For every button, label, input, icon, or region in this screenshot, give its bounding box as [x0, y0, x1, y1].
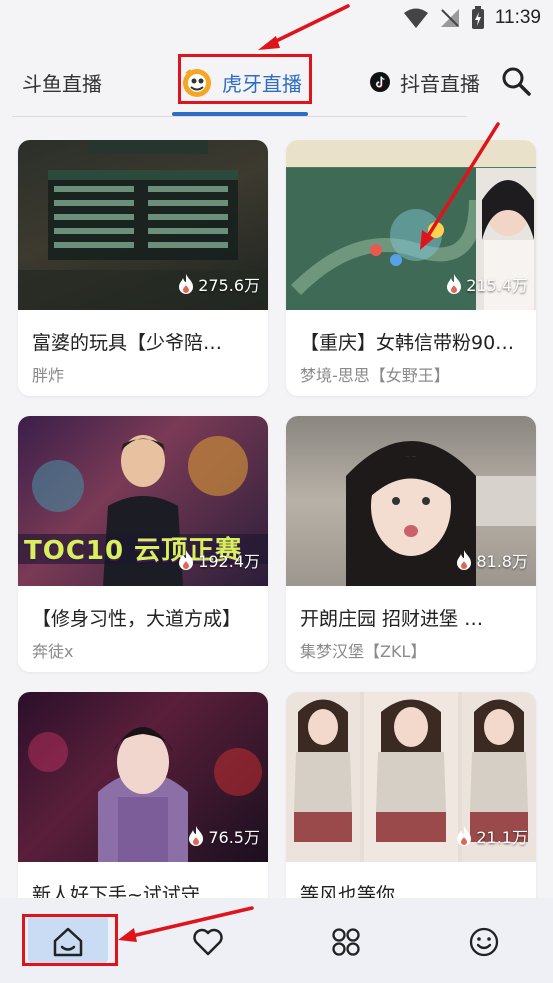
fire-icon [179, 550, 194, 570]
stream-title: 【重庆】女韩信带粉90… [300, 332, 515, 354]
tab-douyin-label: 抖音直播 [400, 71, 480, 96]
search-button[interactable] [499, 64, 533, 98]
search-icon [502, 67, 531, 96]
viewer-count: 215.4万 [446, 272, 528, 296]
stream-card[interactable]: 215.4万 【重庆】女韩信带粉90… 梦境-思思【女野王】 [286, 140, 536, 396]
status-time: 11:39 [494, 7, 541, 28]
viewer-count: 192.4万 [178, 548, 260, 572]
streamer-name: 梦境-思思【女野王】 [300, 366, 450, 385]
stream-card[interactable]: 76.5万 新人好下手~试试守… [18, 692, 268, 898]
smiley-icon [469, 927, 499, 957]
stream-grid: 275.6万 富婆的玩具【少爷陪… 胖炸 215.4万 【重庆】女韩信带粉90…… [0, 140, 553, 898]
stream-thumbnail: 81.8万 [286, 416, 536, 586]
streamer-name: 胖炸 [32, 366, 65, 385]
stream-title: 【修身习性，大道方成】 [32, 608, 242, 630]
fire-icon [179, 274, 194, 294]
no-signal-icon [440, 9, 459, 27]
viewer-count: 275.6万 [178, 272, 260, 296]
stream-thumbnail: 76.5万 [18, 692, 268, 862]
battery-icon [471, 6, 484, 29]
nav-favorites-button[interactable] [186, 920, 230, 964]
nav-profile-button[interactable] [462, 920, 506, 964]
status-bar: 11:39 [0, 0, 553, 38]
heart-icon [193, 928, 223, 956]
stream-title: 新人好下手~试试守… [32, 884, 219, 898]
viewer-count: 21.1万 [456, 824, 528, 848]
streamer-name: 奔徒x [32, 642, 74, 661]
stream-card[interactable]: TOC10 云顶正赛 192.4万 【修身习性，大道方成】 奔徒x [18, 416, 268, 672]
stream-thumbnail: 21.1万 [286, 692, 536, 862]
stream-thumbnail: 215.4万 [286, 140, 536, 310]
tab-douyin[interactable]: 抖音直播 [370, 60, 480, 104]
apps-icon [332, 928, 360, 956]
stream-card[interactable]: 81.8万 开朗庄园 招财进堡 … 集梦汉堡【ZKL】 [286, 416, 536, 672]
tab-douyu-label: 斗鱼直播 [22, 71, 102, 96]
wifi-icon [403, 8, 428, 28]
viewer-count: 81.8万 [456, 548, 528, 572]
fire-icon [457, 550, 472, 570]
fire-icon [447, 274, 462, 294]
stream-title: 等风也等你 [300, 884, 396, 898]
annotation-box-huya-tab [178, 54, 312, 104]
douyin-logo-icon [370, 72, 390, 92]
stream-title: 开朗庄园 招财进堡 … [300, 608, 484, 630]
stream-thumbnail: 275.6万 [18, 140, 268, 310]
fire-icon [457, 826, 472, 846]
status-icons: 11:39 [403, 6, 541, 30]
stream-card[interactable]: 275.6万 富婆的玩具【少爷陪… 胖炸 [18, 140, 268, 396]
viewer-count-text: 76.5万 [208, 828, 260, 847]
tab-douyu[interactable]: 斗鱼直播 [22, 60, 102, 104]
viewer-count-text: 81.8万 [476, 552, 528, 571]
viewer-count: 76.5万 [188, 824, 260, 848]
stream-card[interactable]: 21.1万 等风也等你 [286, 692, 536, 898]
nav-apps-button[interactable] [324, 920, 368, 964]
viewer-count-text: 21.1万 [476, 828, 528, 847]
viewer-count-text: 192.4万 [198, 552, 260, 571]
annotation-box-home-nav [22, 914, 118, 966]
stream-thumbnail: TOC10 云顶正赛 192.4万 [18, 416, 268, 586]
viewer-count-text: 215.4万 [466, 276, 528, 295]
viewer-count-text: 275.6万 [198, 276, 260, 295]
streamer-name: 集梦汉堡【ZKL】 [300, 642, 427, 661]
fire-icon [189, 826, 204, 846]
tab-divider [12, 116, 467, 117]
stream-title: 富婆的玩具【少爷陪… [32, 332, 223, 354]
